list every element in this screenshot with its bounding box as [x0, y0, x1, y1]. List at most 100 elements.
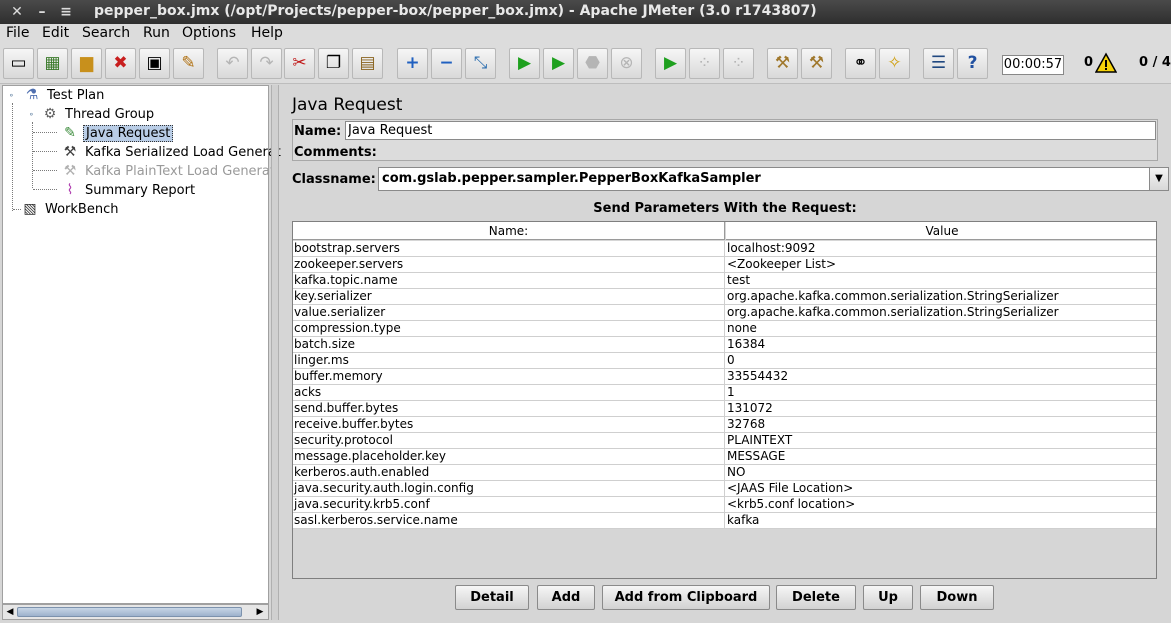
- help-button[interactable]: ?: [957, 48, 988, 79]
- table-row[interactable]: send.buffer.bytes 131072: [293, 401, 1156, 417]
- menu-help[interactable]: Help: [251, 25, 283, 41]
- param-name-cell[interactable]: bootstrap.servers: [293, 241, 725, 257]
- undo-button[interactable]: ↶: [217, 48, 248, 79]
- param-name-cell[interactable]: compression.type: [293, 321, 725, 337]
- table-row[interactable]: buffer.memory 33554432: [293, 369, 1156, 385]
- cut-button[interactable]: ✂: [284, 48, 315, 79]
- save-as-button[interactable]: ✎: [173, 48, 204, 79]
- param-value-cell[interactable]: org.apache.kafka.common.serialization.St…: [726, 289, 1156, 305]
- param-value-cell[interactable]: org.apache.kafka.common.serialization.St…: [726, 305, 1156, 321]
- collapse-all-button[interactable]: −: [431, 48, 462, 79]
- param-name-cell[interactable]: value.serializer: [293, 305, 725, 321]
- param-name-cell[interactable]: linger.ms: [293, 353, 725, 369]
- param-value-cell[interactable]: <JAAS File Location>: [726, 481, 1156, 497]
- minimize-window-icon[interactable]: –: [34, 3, 50, 21]
- param-value-cell[interactable]: <krb5.conf location>: [726, 497, 1156, 513]
- param-value-cell[interactable]: 33554432: [726, 369, 1156, 385]
- tree-node-java-request[interactable]: ✎ Java Request: [61, 124, 174, 142]
- classname-dropdown[interactable]: com.gslab.pepper.sampler.PepperBoxKafkaS…: [378, 167, 1169, 191]
- table-row[interactable]: bootstrap.servers localhost:9092: [293, 241, 1156, 257]
- param-value-cell[interactable]: test: [726, 273, 1156, 289]
- param-value-cell[interactable]: 16384: [726, 337, 1156, 353]
- param-value-cell[interactable]: 1: [726, 385, 1156, 401]
- menu-search[interactable]: Search: [82, 25, 130, 41]
- table-row[interactable]: acks 1: [293, 385, 1156, 401]
- toggle-button[interactable]: ⤡: [465, 48, 496, 79]
- param-name-cell[interactable]: zookeeper.servers: [293, 257, 725, 273]
- param-name-cell[interactable]: security.protocol: [293, 433, 725, 449]
- param-name-cell[interactable]: kerberos.auth.enabled: [293, 465, 725, 481]
- add-button[interactable]: Add: [537, 585, 595, 610]
- menu-options[interactable]: Options: [182, 25, 236, 41]
- param-value-cell[interactable]: NO: [726, 465, 1156, 481]
- param-value-cell[interactable]: MESSAGE: [726, 449, 1156, 465]
- add-from-clipboard-button[interactable]: Add from Clipboard: [602, 585, 770, 610]
- param-name-cell[interactable]: receive.buffer.bytes: [293, 417, 725, 433]
- tree-node-thread-group[interactable]: ⚙ Thread Group: [41, 105, 156, 123]
- name-input[interactable]: [345, 121, 1156, 140]
- tree-node-summary-report[interactable]: ⌇ Summary Report: [61, 181, 197, 199]
- close-button[interactable]: ✖: [105, 48, 136, 79]
- param-name-cell[interactable]: java.security.auth.login.config: [293, 481, 725, 497]
- table-row[interactable]: security.protocol PLAINTEXT: [293, 433, 1156, 449]
- delete-button[interactable]: Delete: [776, 585, 856, 610]
- tree-node-workbench[interactable]: ▧ WorkBench: [21, 200, 120, 218]
- tree-node-kafka-plaintext[interactable]: ⚒ Kafka PlainText Load Generat: [61, 162, 277, 180]
- param-value-cell[interactable]: PLAINTEXT: [726, 433, 1156, 449]
- tree-node-kafka-serialized[interactable]: ⚒ Kafka Serialized Load Generat: [61, 143, 283, 161]
- menu-file[interactable]: File: [6, 25, 29, 41]
- clear-button[interactable]: ⚒: [767, 48, 798, 79]
- tree-horizontal-scrollbar[interactable]: ◀ ▶: [2, 604, 269, 620]
- shutdown-button[interactable]: ⊗: [611, 48, 642, 79]
- table-row[interactable]: compression.type none: [293, 321, 1156, 337]
- scrollbar-thumb[interactable]: [17, 607, 242, 617]
- start-button[interactable]: ▶: [509, 48, 540, 79]
- param-name-cell[interactable]: kafka.topic.name: [293, 273, 725, 289]
- param-name-cell[interactable]: message.placeholder.key: [293, 449, 725, 465]
- table-row[interactable]: kerberos.auth.enabled NO: [293, 465, 1156, 481]
- remote-shutdown-all-button[interactable]: ⁘: [723, 48, 754, 79]
- up-button[interactable]: Up: [863, 585, 913, 610]
- detail-button[interactable]: Detail: [455, 585, 529, 610]
- param-name-cell[interactable]: send.buffer.bytes: [293, 401, 725, 417]
- param-value-cell[interactable]: kafka: [726, 513, 1156, 529]
- start-no-pauses-button[interactable]: ▶: [543, 48, 574, 79]
- scroll-right-icon[interactable]: ▶: [254, 606, 266, 618]
- tree-node-test-plan[interactable]: ⚗ Test Plan: [23, 86, 106, 104]
- remote-stop-all-button[interactable]: ⁘: [689, 48, 720, 79]
- new-button[interactable]: ▭: [3, 48, 34, 79]
- param-value-cell[interactable]: 131072: [726, 401, 1156, 417]
- param-name-cell[interactable]: buffer.memory: [293, 369, 725, 385]
- table-row[interactable]: kafka.topic.name test: [293, 273, 1156, 289]
- down-button[interactable]: Down: [920, 585, 994, 610]
- menu-edit[interactable]: Edit: [42, 25, 69, 41]
- warning-icon[interactable]: [1095, 52, 1117, 74]
- table-row[interactable]: message.placeholder.key MESSAGE: [293, 449, 1156, 465]
- paste-button[interactable]: ▤: [352, 48, 383, 79]
- table-row[interactable]: sasl.kerberos.service.name kafka: [293, 513, 1156, 529]
- table-row[interactable]: value.serializer org.apache.kafka.common.…: [293, 305, 1156, 321]
- table-row[interactable]: key.serializer org.apache.kafka.common.se…: [293, 289, 1156, 305]
- table-row[interactable]: java.security.auth.login.config <JAAS Fil…: [293, 481, 1156, 497]
- open-button[interactable]: ▆: [71, 48, 102, 79]
- copy-button[interactable]: ❐: [318, 48, 349, 79]
- param-name-cell[interactable]: java.security.krb5.conf: [293, 497, 725, 513]
- param-value-cell[interactable]: 32768: [726, 417, 1156, 433]
- function-helper-button[interactable]: ☰: [923, 48, 954, 79]
- remote-start-all-button[interactable]: ▶: [655, 48, 686, 79]
- redo-button[interactable]: ↷: [251, 48, 282, 79]
- expand-toggle-icon[interactable]: ⚬: [28, 110, 36, 119]
- menu-run[interactable]: Run: [143, 25, 170, 41]
- param-value-cell[interactable]: localhost:9092: [726, 241, 1156, 257]
- templates-button[interactable]: ▦: [37, 48, 68, 79]
- param-value-cell[interactable]: <Zookeeper List>: [726, 257, 1156, 273]
- scroll-left-icon[interactable]: ◀: [4, 606, 16, 618]
- column-header-name[interactable]: Name:: [293, 222, 725, 240]
- param-value-cell[interactable]: 0: [726, 353, 1156, 369]
- search-button[interactable]: ⚭: [845, 48, 876, 79]
- column-header-value[interactable]: Value: [726, 222, 1156, 240]
- expand-toggle-icon[interactable]: ⚬: [8, 91, 16, 100]
- panel-splitter[interactable]: [271, 85, 279, 620]
- table-row[interactable]: zookeeper.servers <Zookeeper List>: [293, 257, 1156, 273]
- param-name-cell[interactable]: sasl.kerberos.service.name: [293, 513, 725, 529]
